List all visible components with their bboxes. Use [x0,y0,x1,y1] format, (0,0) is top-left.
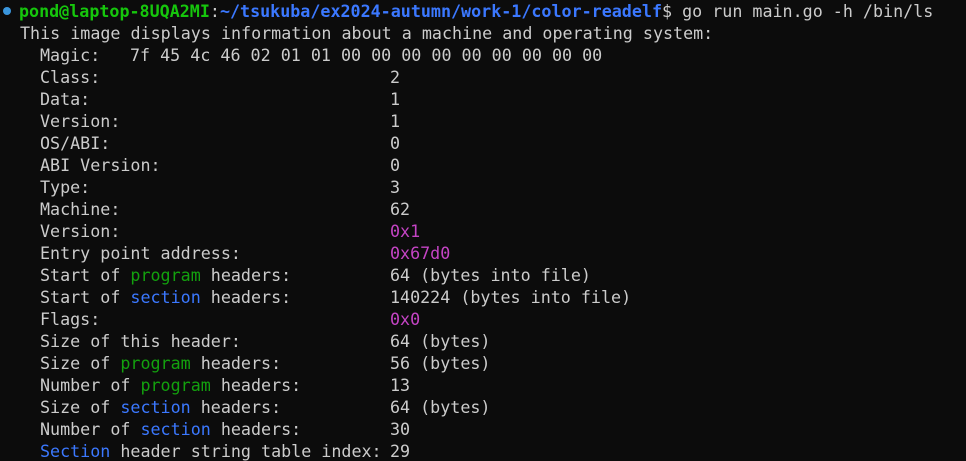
field-value: 29 [390,441,411,461]
field-value: 64 (bytes) [390,397,491,417]
label-text: Start of [40,287,131,307]
field-number-section-headers: Number of section headers: 30 [0,418,966,440]
field-value: 13 [390,375,411,395]
field-label: Entry point address: [40,243,241,263]
prompt-symbol: $ [662,1,673,21]
field-value: 140224 (bytes into file) [390,287,632,307]
field-value: 1 [390,111,401,131]
field-start-section-headers: Start of section headers: 140224 (bytes i… [0,286,966,308]
field-flags: Flags: 0x0 [0,308,966,330]
field-label: Version: [40,111,121,131]
label-text: headers: [200,287,292,307]
section-keyword: Section [40,441,111,461]
field-value: 64 (bytes into file) [390,265,591,285]
label-text: header string table index: [110,441,382,461]
label-text: Start of [40,265,131,285]
prompt-separator: : [209,1,220,21]
field-value: 64 (bytes) [390,331,491,351]
prompt-command: go run main.go -h /bin/ls [672,1,934,21]
label-text: Size of [40,397,121,417]
field-label: Number of section headers: [40,418,390,440]
field-size-of-header: Size of this header: 64 (bytes) [0,330,966,352]
label-text: headers: [200,265,292,285]
field-size-section-headers: Size of section headers: 64 (bytes) [0,396,966,418]
field-data: Data: 1 [0,88,966,110]
field-version-hex: Version: 0x1 [0,220,966,242]
field-value: 62 [390,199,411,219]
field-label: Flags: [40,309,101,329]
field-version: Version: 1 [0,110,966,132]
field-type: Type: 3 [0,176,966,198]
field-value: 0x67d0 [390,243,451,263]
field-entry-point: Entry point address: 0x67d0 [0,242,966,264]
field-label: Magic: [40,45,101,65]
field-magic: Magic: 7f 45 4c 46 02 01 01 00 00 00 00 0… [0,44,966,66]
prompt-user-host: pond@laptop-8UQA2MI [19,1,210,21]
program-keyword: program [120,353,191,373]
output-intro: This image displays information about a … [20,23,714,43]
label-text: Number of [40,419,141,439]
field-label: Number of program headers: [40,374,390,396]
program-keyword: program [130,265,201,285]
field-value: 0x0 [390,309,421,329]
field-value: 30 [390,419,411,439]
field-label: Machine: [40,199,121,219]
label-text: Number of [40,375,141,395]
field-value: 0x1 [390,221,421,241]
field-value: 1 [390,89,401,109]
field-class: Class: 2 [0,66,966,88]
label-text: headers: [210,419,302,439]
field-section-string-table-index: Section header string table index: 29 [0,440,966,461]
field-osabi: OS/ABI: 0 [0,132,966,154]
field-value: 3 [390,177,401,197]
field-value: 0 [390,155,401,175]
field-label: Size of section headers: [40,396,390,418]
label-text: Size of [40,353,121,373]
label-text: headers: [210,375,302,395]
prompt-status-icon [3,7,11,15]
field-label: Data: [40,89,91,109]
field-label: Class: [40,67,101,87]
field-abi-version: ABI Version: 0 [0,154,966,176]
section-keyword: section [130,287,201,307]
field-label: Version: [40,221,121,241]
field-label: Start of section headers: [40,286,390,308]
field-start-program-headers: Start of program headers: 64 (bytes into … [0,264,966,286]
section-keyword: section [140,419,211,439]
section-keyword: section [120,397,191,417]
field-machine: Machine: 62 [0,198,966,220]
label-text: headers: [190,397,282,417]
field-label: Size of program headers: [40,352,390,374]
field-value: 7f 45 4c 46 02 01 01 00 00 00 00 00 00 0… [130,45,603,65]
field-label: OS/ABI: [40,133,111,153]
terminal-window[interactable]: pond@laptop-8UQA2MI:~/tsukuba/ex2024-aut… [0,0,966,461]
label-text: headers: [190,353,282,373]
field-label: Section header string table index: [40,440,390,461]
field-value: 0 [390,133,401,153]
field-value: 2 [390,67,401,87]
prompt-line: pond@laptop-8UQA2MI:~/tsukuba/ex2024-aut… [0,0,966,22]
field-label: Start of program headers: [40,264,390,286]
field-label: Type: [40,177,91,197]
field-size-program-headers: Size of program headers: 56 (bytes) [0,352,966,374]
program-keyword: program [140,375,211,395]
field-label: ABI Version: [40,155,161,175]
field-value: 56 (bytes) [390,353,491,373]
prompt-path: ~/tsukuba/ex2024-autumn/work-1/color-rea… [219,1,662,21]
field-label: Size of this header: [40,331,241,351]
field-number-program-headers: Number of program headers: 13 [0,374,966,396]
